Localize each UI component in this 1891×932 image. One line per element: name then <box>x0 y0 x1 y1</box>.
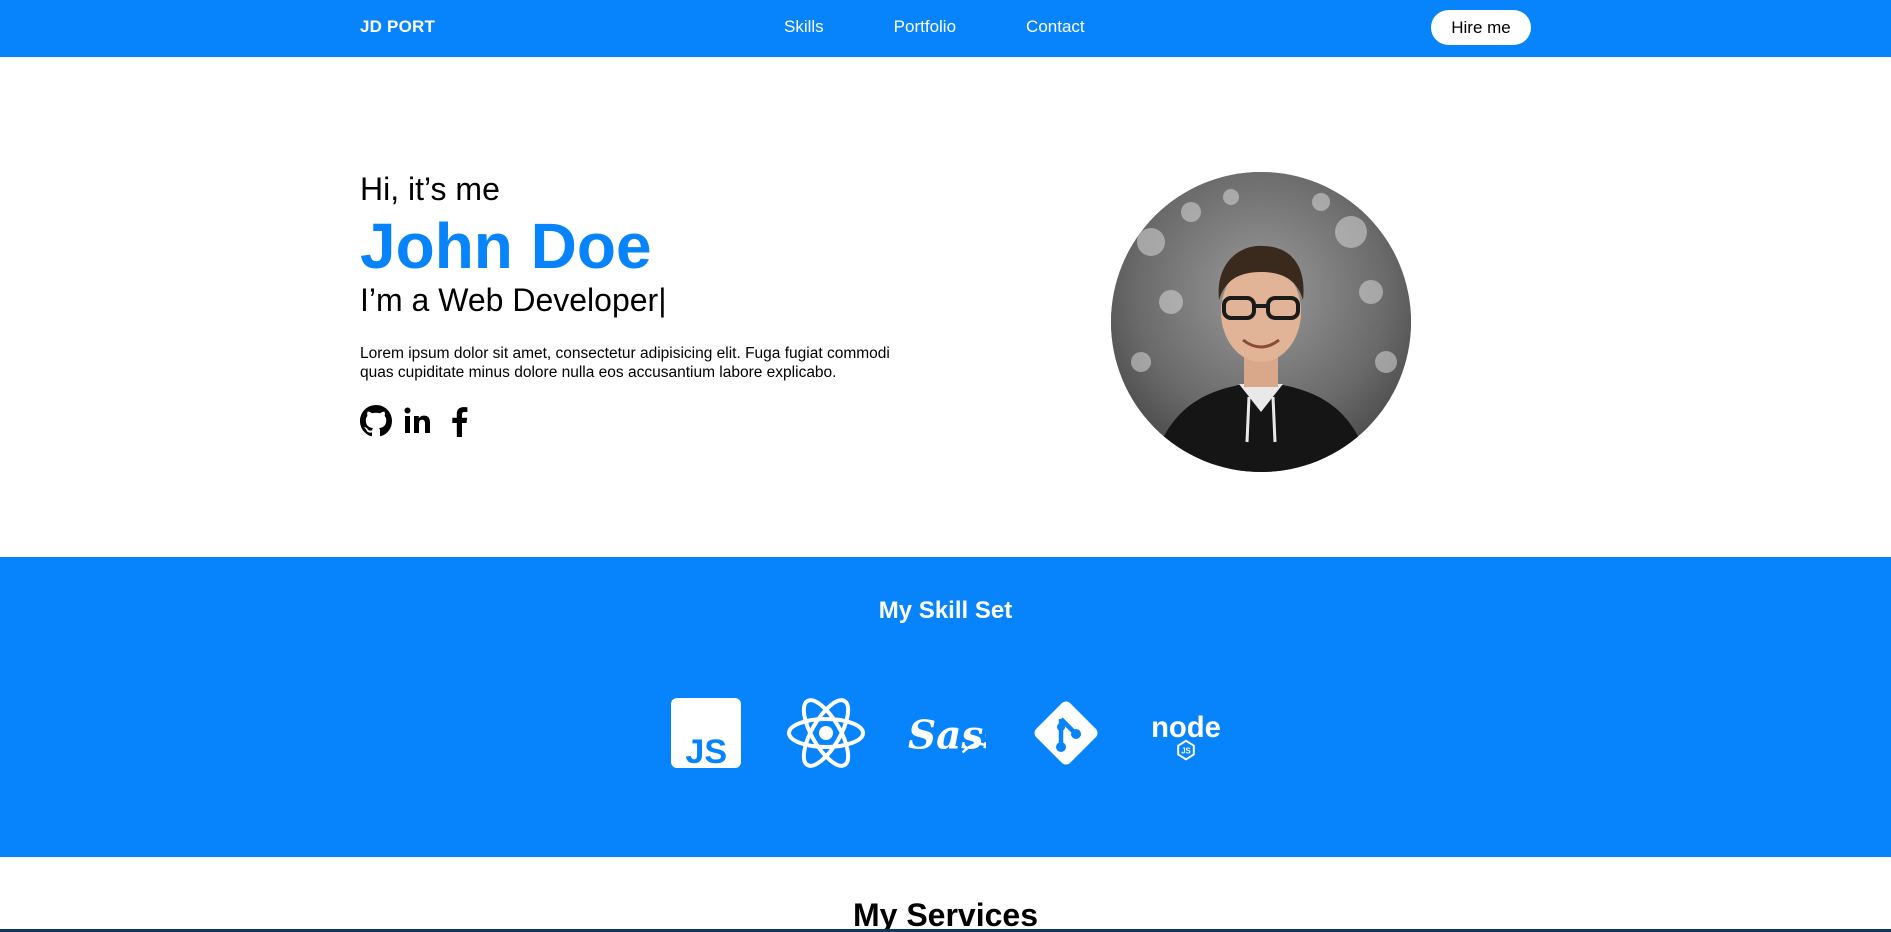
services-section: My Services <box>0 857 1891 932</box>
github-icon[interactable] <box>360 405 392 442</box>
profile-photo <box>1111 172 1411 472</box>
sass-icon: Sass <box>906 697 986 769</box>
nav-link-skills[interactable]: Skills <box>784 17 824 37</box>
nav-link-portfolio[interactable]: Portfolio <box>894 17 956 37</box>
services-title: My Services <box>852 897 1038 932</box>
social-links <box>360 405 486 442</box>
navbar: JD PORT Skills Portfolio Contact Hire me <box>0 0 1891 57</box>
skills-title: My Skill Set <box>878 597 1013 624</box>
svg-text:JS: JS <box>1181 746 1191 755</box>
linkedin-icon[interactable] <box>402 405 434 442</box>
svg-text:node: node <box>1151 712 1221 744</box>
git-icon <box>1026 697 1106 769</box>
svg-text:Sass: Sass <box>908 713 986 759</box>
javascript-icon: JS <box>666 697 746 769</box>
svg-text:JS: JS <box>685 733 727 769</box>
brand-logo[interactable]: JD PORT <box>360 17 435 37</box>
skills-section: My Skill Set JS Sass <box>0 557 1891 857</box>
nav-links: Skills Portfolio Contact <box>784 17 1155 37</box>
hero-section: Hi, it’s me John Doe I’m a Web Developer… <box>0 57 1891 557</box>
facebook-icon[interactable] <box>444 405 476 442</box>
hero-description: Lorem ipsum dolor sit amet, consectetur … <box>360 345 890 381</box>
hero-role: I’m a Web Developer| <box>360 282 667 318</box>
hero-greeting: Hi, it’s me <box>360 171 500 207</box>
skill-icons: JS Sass <box>666 697 1266 769</box>
hire-me-button[interactable]: Hire me <box>1431 10 1531 45</box>
nodejs-icon: node JS <box>1146 697 1226 769</box>
hero-name: John Doe <box>360 210 652 282</box>
nav-link-contact[interactable]: Contact <box>1026 17 1085 37</box>
react-icon <box>786 697 866 769</box>
